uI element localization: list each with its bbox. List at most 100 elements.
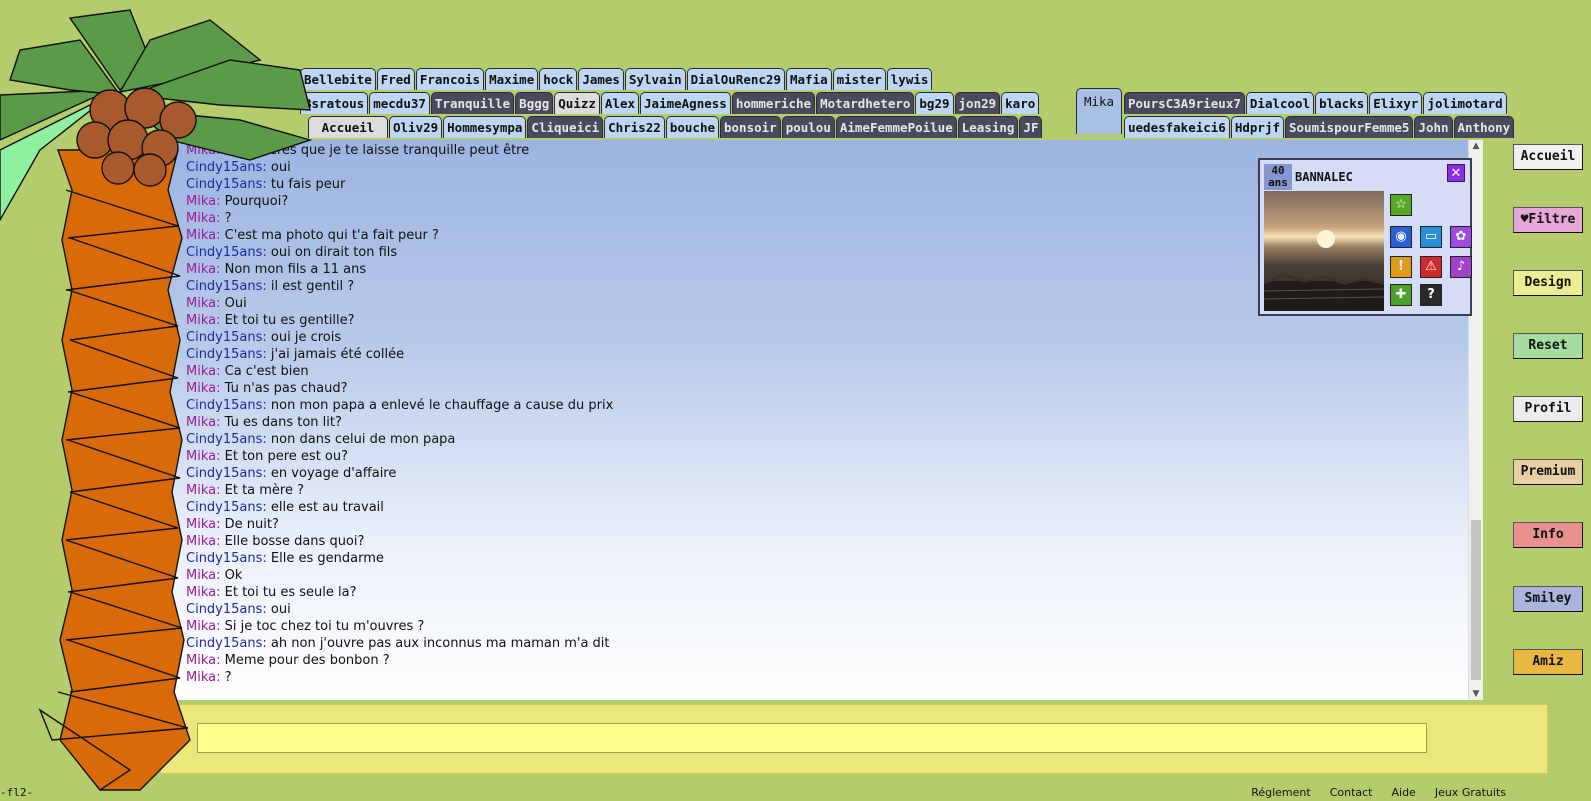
- add-friend-icon[interactable]: ✚: [1390, 284, 1412, 306]
- sidebar-button-reset[interactable]: Reset: [1513, 333, 1583, 359]
- chat-message: Mika: Non mon fils a 11 ans: [186, 261, 1186, 278]
- tab-sylvain[interactable]: Sylvain: [624, 68, 686, 90]
- chat-message: Mika: Et ta mère ?: [186, 482, 1186, 499]
- sidebar-button-filtre[interactable]: ♥Filtre: [1513, 207, 1583, 233]
- tab-poursc3a9rieux7[interactable]: PoursC3A9rieux7: [1124, 92, 1245, 114]
- gallery-icon[interactable]: ▭: [1420, 226, 1442, 248]
- message-list: Mika: Tu préfères que je te laisse tranq…: [186, 142, 1186, 686]
- tab-poulou[interactable]: poulou: [781, 116, 835, 138]
- tab-leasing[interactable]: Leasing: [957, 116, 1019, 138]
- tab-bonsoir[interactable]: bonsoir: [720, 116, 781, 138]
- chat-message: Cindy15ans: ah non j'ouvre pas aux incon…: [186, 635, 1186, 652]
- close-icon[interactable]: ✕: [1447, 164, 1465, 182]
- tab-row-2: Bsratous mecdu37 Tranquille Bggg Quizz Alex Ja…: [300, 92, 1040, 114]
- tab-row-2b: PoursC3A9rieux7 Dialcool blacks Elixyr jolim…: [1124, 92, 1508, 114]
- tab-jolimotard[interactable]: jolimotard: [1423, 92, 1507, 114]
- scroll-down-icon[interactable]: ▼: [1469, 689, 1483, 699]
- chat-message: Mika: Si je toc chez toi tu m'ouvres ?: [186, 618, 1186, 635]
- webcam-icon[interactable]: ◉: [1390, 226, 1412, 248]
- chat-message: Mika: Tu es dans ton lit?: [186, 414, 1186, 431]
- footer-link-aide[interactable]: Aide: [1391, 786, 1415, 799]
- tab-oliv29[interactable]: Oliv29: [389, 116, 443, 138]
- chat-message: Mika: Meme pour des bonbon ?: [186, 652, 1186, 669]
- chat-message: Cindy15ans: il est gentil ?: [186, 278, 1186, 295]
- tab-dialourenc29[interactable]: DialOuRenc29: [686, 68, 785, 90]
- tab-bouche[interactable]: bouche: [665, 116, 719, 138]
- chat-message: Cindy15ans: oui: [186, 159, 1186, 176]
- tab-chris22[interactable]: Chris22: [604, 116, 665, 138]
- warning-icon[interactable]: ⚠: [1420, 256, 1442, 278]
- tab-motardhetero[interactable]: Motardhetero: [816, 92, 915, 114]
- tab-row-1: Bellebite Fred Francois Maxime hock James Sylv…: [300, 68, 933, 90]
- tab-hdprjf[interactable]: Hdprjf: [1230, 116, 1284, 138]
- tab-john[interactable]: John: [1414, 116, 1453, 138]
- tab-elixyr[interactable]: Elixyr: [1369, 92, 1423, 114]
- chat-message: Mika: Elle bosse dans quoi?: [186, 533, 1186, 550]
- chat-message: Mika: Pourquoi?: [186, 193, 1186, 210]
- tab-alex[interactable]: Alex: [600, 92, 640, 114]
- tab-quizz[interactable]: Quizz: [554, 92, 600, 114]
- tab-hommeriche[interactable]: hommeriche: [731, 92, 816, 114]
- age-badge: 40 ans: [1264, 164, 1292, 190]
- favorite-star-icon[interactable]: ☆: [1390, 194, 1412, 216]
- flower-icon[interactable]: ✿: [1450, 226, 1472, 248]
- tab-accueil[interactable]: Accueil: [308, 116, 388, 138]
- footer-link-r-glement[interactable]: Réglement: [1251, 786, 1311, 799]
- tab-row-3: Accueil Oliv29 Hommesympa Cliqueici Chris22 b…: [308, 116, 1043, 138]
- message-input[interactable]: [197, 723, 1427, 753]
- tab-tranquille[interactable]: Tranquille: [430, 92, 515, 114]
- tab-fred[interactable]: Fred: [376, 68, 415, 90]
- chat-message: Mika: Ca c'est bien: [186, 363, 1186, 380]
- chat-message: Mika: Et toi tu es seule la?: [186, 584, 1186, 601]
- tab-maxime[interactable]: Maxime: [485, 68, 539, 90]
- help-icon[interactable]: ?: [1420, 284, 1442, 306]
- sidebar-button-smiley[interactable]: Smiley: [1513, 586, 1583, 612]
- tab-mecdu37[interactable]: mecdu37: [369, 92, 430, 114]
- tab-soumispourfemme5[interactable]: SoumispourFemme5: [1285, 116, 1414, 138]
- tab-active[interactable]: Mika: [1076, 88, 1122, 134]
- info-icon[interactable]: !: [1390, 256, 1412, 278]
- sidebar-button-profil[interactable]: Profil: [1513, 396, 1583, 422]
- tab-bggg[interactable]: Bggg: [515, 92, 554, 114]
- tab-aimefemmepoilue[interactable]: AimeFemmePoilue: [835, 116, 957, 138]
- tab-uedesfakeici6[interactable]: uedesfakeici6: [1124, 116, 1230, 138]
- tab-lywis[interactable]: lywis: [886, 68, 933, 90]
- tab-karo[interactable]: karo: [1001, 92, 1040, 114]
- tab-francois[interactable]: Francois: [415, 68, 485, 90]
- tab-dialcool[interactable]: Dialcool: [1245, 92, 1315, 114]
- chat-message: Mika: Oui: [186, 295, 1186, 312]
- tab-jon29[interactable]: jon29: [954, 92, 1001, 114]
- tab-blacks[interactable]: blacks: [1315, 92, 1369, 114]
- chat-message: Mika: Ok: [186, 567, 1186, 584]
- chat-message: Cindy15ans: oui je crois: [186, 329, 1186, 346]
- tab-hommesympa[interactable]: Hommesympa: [443, 116, 527, 138]
- chat-message: Mika: Et ton pere est ou?: [186, 448, 1186, 465]
- palm-tree-decoration: [0, 9, 313, 791]
- tab-james[interactable]: James: [578, 68, 624, 90]
- sidebar-button-accueil[interactable]: Accueil: [1513, 144, 1583, 170]
- chat-message: Mika: Tu préfères que je te laisse tranq…: [186, 142, 1186, 159]
- scroll-thumb[interactable]: [1471, 520, 1481, 680]
- tab-hock[interactable]: hock: [539, 68, 578, 90]
- footer-link-contact[interactable]: Contact: [1330, 786, 1373, 799]
- chat-message: Cindy15ans: non dans celui de mon papa: [186, 431, 1186, 448]
- tab-mister[interactable]: mister: [832, 68, 886, 90]
- tab-cliqueici[interactable]: Cliqueici: [527, 116, 604, 138]
- tab-anthony[interactable]: Anthony: [1453, 116, 1515, 138]
- profile-photo[interactable]: [1264, 191, 1384, 311]
- sidebar-button-design[interactable]: Design: [1513, 270, 1583, 296]
- tab-mafia[interactable]: Mafia: [785, 68, 832, 90]
- chat-message: Cindy15ans: oui on dirait ton fils: [186, 244, 1186, 261]
- microphone-icon[interactable]: ♪: [1450, 256, 1472, 278]
- footer-links: Réglement Contact Aide Jeux Gratuits: [1232, 786, 1506, 799]
- scroll-up-icon[interactable]: ▲: [1469, 141, 1483, 151]
- footer-link-jeux-gratuits[interactable]: Jeux Gratuits: [1435, 786, 1506, 799]
- tab-jaimeagness[interactable]: JaimeAgness: [640, 92, 731, 114]
- sidebar-button-amiz[interactable]: Amiz: [1513, 649, 1583, 675]
- sidebar-button-info[interactable]: Info: [1513, 522, 1583, 548]
- tab-bg29[interactable]: bg29: [915, 92, 954, 114]
- tab-jf[interactable]: JF: [1019, 116, 1043, 138]
- message-text: non mon papa a enlevé le chauffage a cau…: [270, 398, 614, 413]
- profile-city: BANNALEC: [1295, 170, 1353, 184]
- sidebar-button-premium[interactable]: Premium: [1513, 459, 1583, 485]
